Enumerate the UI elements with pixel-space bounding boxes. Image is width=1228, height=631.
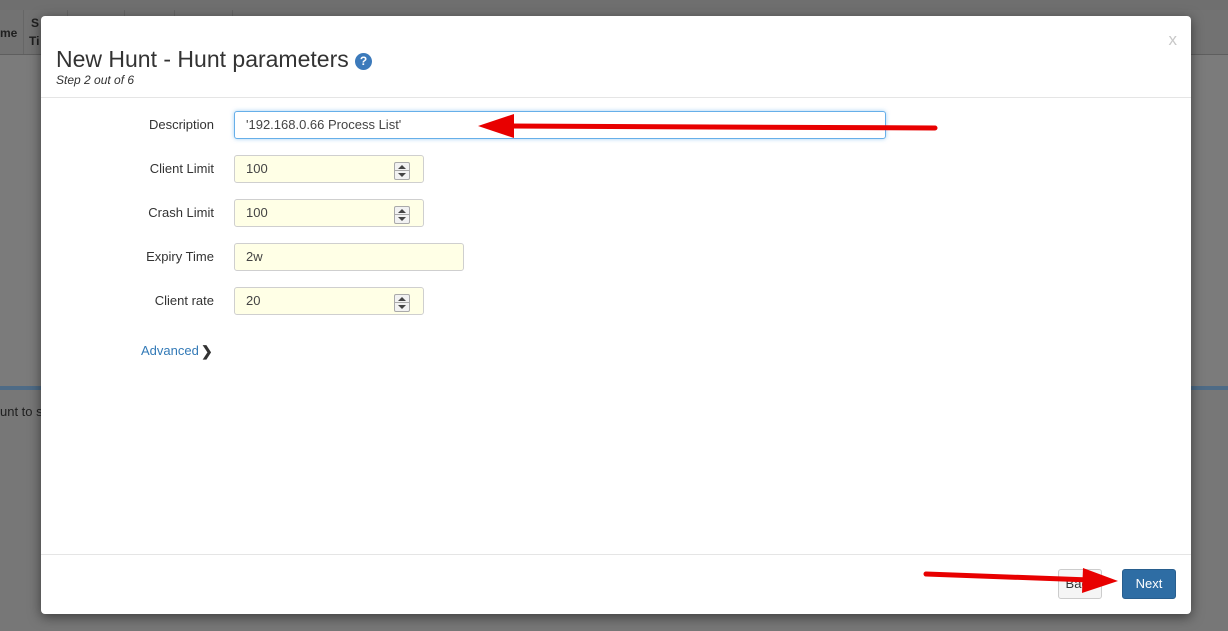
stepper-up-icon[interactable]	[398, 165, 406, 169]
stepper-up-icon[interactable]	[398, 297, 406, 301]
stepper-divider	[395, 170, 409, 171]
client-limit-value: 100	[246, 161, 268, 176]
chevron-right-icon[interactable]: ❯	[201, 343, 213, 360]
new-hunt-dialog: New Hunt - Hunt parameters ? Step 2 out …	[41, 16, 1191, 614]
stepper-divider	[395, 302, 409, 303]
dialog-footer: Back Next	[41, 554, 1191, 615]
next-button[interactable]: Next	[1122, 569, 1176, 599]
stepper-divider	[395, 214, 409, 215]
background-column-start: S	[31, 16, 40, 30]
client-rate-label: Client rate	[154, 293, 214, 308]
stepper-down-icon[interactable]	[398, 217, 406, 221]
background-detail-text: unt to s	[0, 404, 43, 419]
advanced-toggle[interactable]: Advanced	[141, 343, 199, 358]
expiry-time-input[interactable]: 2w	[234, 243, 464, 271]
description-label: Description	[148, 117, 214, 132]
client-limit-input[interactable]: 100	[234, 155, 424, 183]
crash-limit-stepper[interactable]	[394, 206, 410, 224]
description-input[interactable]: '192.168.0.66 Process List'	[234, 111, 886, 139]
client-limit-label: Client Limit	[149, 161, 214, 176]
dialog-header: New Hunt - Hunt parameters ? Step 2 out …	[41, 16, 1191, 98]
stepper-down-icon[interactable]	[398, 173, 406, 177]
client-rate-input[interactable]: 20	[234, 287, 424, 315]
back-button[interactable]: Back	[1058, 569, 1102, 599]
client-rate-stepper[interactable]	[394, 294, 410, 312]
stepper-up-icon[interactable]	[398, 209, 406, 213]
crash-limit-value: 100	[246, 205, 268, 220]
help-icon[interactable]: ?	[355, 53, 372, 70]
expiry-time-label: Expiry Time	[146, 249, 214, 264]
client-rate-value: 20	[246, 293, 261, 308]
close-button[interactable]: x	[1169, 30, 1178, 50]
crash-limit-label: Crash Limit	[148, 205, 214, 220]
step-indicator: Step 2 out of 6	[56, 73, 135, 87]
dialog-title: New Hunt - Hunt parameters	[56, 46, 349, 72]
crash-limit-input[interactable]: 100	[234, 199, 424, 227]
column-divider	[23, 10, 24, 54]
background-column-name: me	[0, 26, 18, 40]
client-limit-stepper[interactable]	[394, 162, 410, 180]
background-column-time: Ti	[29, 34, 40, 48]
stepper-down-icon[interactable]	[398, 305, 406, 309]
